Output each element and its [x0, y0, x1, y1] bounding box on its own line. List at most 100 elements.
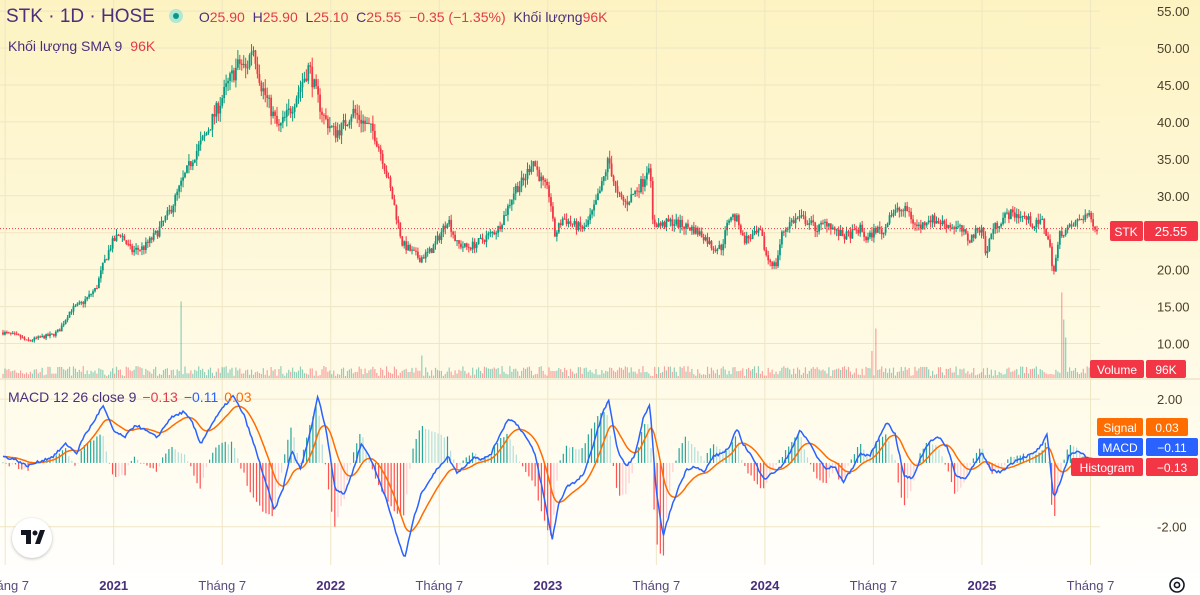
candle-body	[344, 120, 347, 127]
volume-bar	[748, 367, 750, 378]
volume-bar	[806, 373, 808, 378]
histogram-bar	[218, 444, 220, 463]
candle-body	[436, 235, 439, 242]
candle-body	[334, 126, 337, 138]
histogram-bar	[753, 462, 755, 481]
candle-body	[289, 108, 292, 114]
histogram-bar	[763, 462, 765, 489]
tradingview-logo-icon[interactable]	[12, 518, 52, 558]
chart-plot[interactable]: 55.0050.0045.0040.0035.0030.0025.0020.00…	[0, 0, 1200, 595]
candle-body	[651, 181, 654, 220]
candle-body	[544, 180, 547, 182]
volume-bar	[1035, 366, 1037, 378]
volume-bar	[1002, 374, 1004, 378]
signal-tag[interactable]: Signal 0.03	[1097, 418, 1188, 436]
candle-body	[781, 231, 783, 245]
volume-bar	[824, 370, 826, 378]
candle-body	[74, 305, 77, 307]
candle-body	[84, 299, 87, 304]
volume-bar	[82, 366, 84, 378]
volume-bar	[904, 367, 906, 378]
candle-body	[64, 320, 67, 324]
stock-chart[interactable]: 55.0050.0045.0040.0035.0030.0025.0020.00…	[0, 0, 1200, 595]
volume-bar	[460, 370, 462, 378]
candle-body	[467, 246, 470, 248]
volume-bar	[458, 369, 460, 378]
macd-line	[2, 394, 1098, 557]
volume-bar	[1025, 366, 1028, 378]
volume-bar	[785, 368, 787, 378]
volume-bar	[413, 372, 415, 378]
volume-bar	[452, 375, 454, 378]
macd-tag[interactable]: MACD −0.11	[1098, 438, 1198, 456]
candle-body	[233, 70, 235, 81]
candle-body	[634, 190, 637, 195]
candle-body	[184, 172, 186, 178]
volume-bar	[10, 371, 12, 378]
candle-body	[479, 237, 482, 239]
volume-bar	[444, 373, 446, 378]
volume-sma-legend[interactable]: Khối lượng SMA 9 96K	[8, 38, 155, 54]
symbol-legend[interactable]: STK · 1D · HOSE O25.90 H25.90 L25.10 C25.…	[6, 6, 607, 28]
volume-bar	[886, 372, 889, 378]
volume-bar	[967, 371, 969, 378]
candle-body	[215, 103, 218, 117]
volume-bar	[203, 372, 206, 378]
candle-body	[710, 241, 713, 249]
volume-bar	[108, 374, 110, 378]
market-status-icon[interactable]	[168, 9, 183, 23]
histogram-bar	[74, 462, 76, 466]
candle-body	[771, 262, 774, 267]
candle-body	[955, 226, 957, 229]
candle-body	[732, 214, 734, 218]
candle-body	[448, 219, 451, 225]
volume-bar	[1067, 371, 1069, 378]
candle-body	[72, 306, 75, 312]
volume-bar	[740, 370, 742, 378]
volume-bar	[113, 373, 116, 378]
histogram-bar	[130, 460, 132, 463]
volume-bar	[1031, 368, 1034, 378]
volume-bar	[6, 369, 8, 378]
candle-body	[330, 126, 333, 128]
volume-bar	[971, 372, 973, 378]
candle-body	[11, 333, 14, 335]
volume-tag[interactable]: Volume 96K	[1090, 360, 1186, 378]
candle-body	[96, 287, 98, 289]
candle-body	[761, 229, 764, 236]
volume-bar	[753, 366, 756, 378]
candle-body	[542, 176, 545, 181]
candle-body	[1019, 216, 1022, 219]
candle-body	[638, 191, 640, 193]
volume-bar	[21, 373, 24, 378]
volume-bar	[1008, 367, 1010, 378]
histogram-bar	[825, 462, 827, 484]
volume-bar	[1076, 372, 1079, 378]
histogram-bar	[634, 462, 636, 464]
candle-body	[411, 249, 413, 251]
candle-body	[782, 231, 785, 233]
macd-legend[interactable]: MACD 12 26 close 9 −0.13 −0.11 0.03	[8, 389, 251, 405]
candle-body	[405, 241, 408, 251]
candle-body	[563, 218, 566, 220]
candle-body	[530, 166, 533, 173]
candle-body	[440, 231, 443, 241]
candle-body	[602, 176, 605, 182]
candle-body	[428, 248, 431, 252]
volume-bar	[1018, 374, 1020, 378]
histogram-bar	[797, 434, 799, 463]
candle-body	[677, 219, 680, 228]
candle-body	[244, 63, 247, 68]
settings-gear-icon[interactable]	[1166, 574, 1188, 595]
candle-body	[499, 226, 501, 230]
symbol-title[interactable]: STK · 1D · HOSE	[6, 6, 155, 27]
price-tag[interactable]: STK 25.55	[1110, 221, 1198, 241]
volume-bar	[430, 370, 433, 378]
volume-bar	[301, 369, 304, 378]
volume-bar	[724, 369, 726, 378]
candle-body	[469, 247, 472, 250]
candle-body	[366, 122, 368, 124]
histogram-bar	[644, 423, 646, 463]
histogram-tag[interactable]: Histogram −0.13	[1071, 458, 1198, 476]
candle-body	[1006, 212, 1008, 214]
